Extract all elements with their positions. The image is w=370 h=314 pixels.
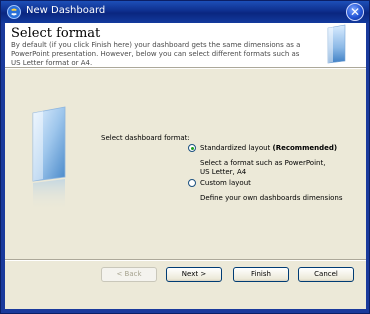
back-button[interactable]: < Back bbox=[101, 267, 157, 282]
standardized-layout-label[interactable]: Standardized layout (Recommended) bbox=[200, 144, 337, 152]
next-button[interactable]: Next > bbox=[166, 267, 222, 282]
standardized-layout-radio[interactable] bbox=[188, 144, 196, 152]
wizard-header: Select format By default (if you click F… bbox=[5, 23, 366, 67]
custom-layout-description: Define your own dashboards dimensions bbox=[200, 194, 343, 202]
radio-selected-dot bbox=[191, 147, 194, 150]
recommended-text: (Recommended) bbox=[272, 144, 338, 152]
format-label: Select dashboard format: bbox=[101, 134, 190, 142]
page-title: Select format bbox=[11, 26, 101, 41]
app-icon bbox=[7, 5, 21, 19]
wizard-body: Select dashboard format: Standardized la… bbox=[5, 69, 366, 261]
footer-divider bbox=[5, 259, 366, 261]
dialog-frame: Select format By default (if you click F… bbox=[5, 23, 366, 309]
custom-layout-radio[interactable] bbox=[188, 179, 196, 187]
wizard-side-graphic-icon bbox=[32, 106, 66, 211]
custom-layout-label[interactable]: Custom layout bbox=[200, 179, 251, 187]
header-graphic-icon bbox=[327, 24, 346, 64]
title-bar[interactable]: New Dashboard ✕ bbox=[1, 1, 369, 23]
standardized-layout-description: Select a format such as PowerPoint, US L… bbox=[200, 159, 326, 176]
standardized-layout-text: Standardized layout bbox=[200, 144, 271, 152]
close-icon: ✕ bbox=[349, 5, 361, 19]
finish-button[interactable]: Finish bbox=[233, 267, 289, 282]
close-button[interactable]: ✕ bbox=[346, 3, 364, 21]
dialog-window: New Dashboard ✕ Select format By default… bbox=[0, 0, 370, 314]
window-title: New Dashboard bbox=[26, 5, 106, 16]
page-description: By default (if you click Finish here) yo… bbox=[11, 41, 301, 67]
cancel-button[interactable]: Cancel bbox=[298, 267, 354, 282]
